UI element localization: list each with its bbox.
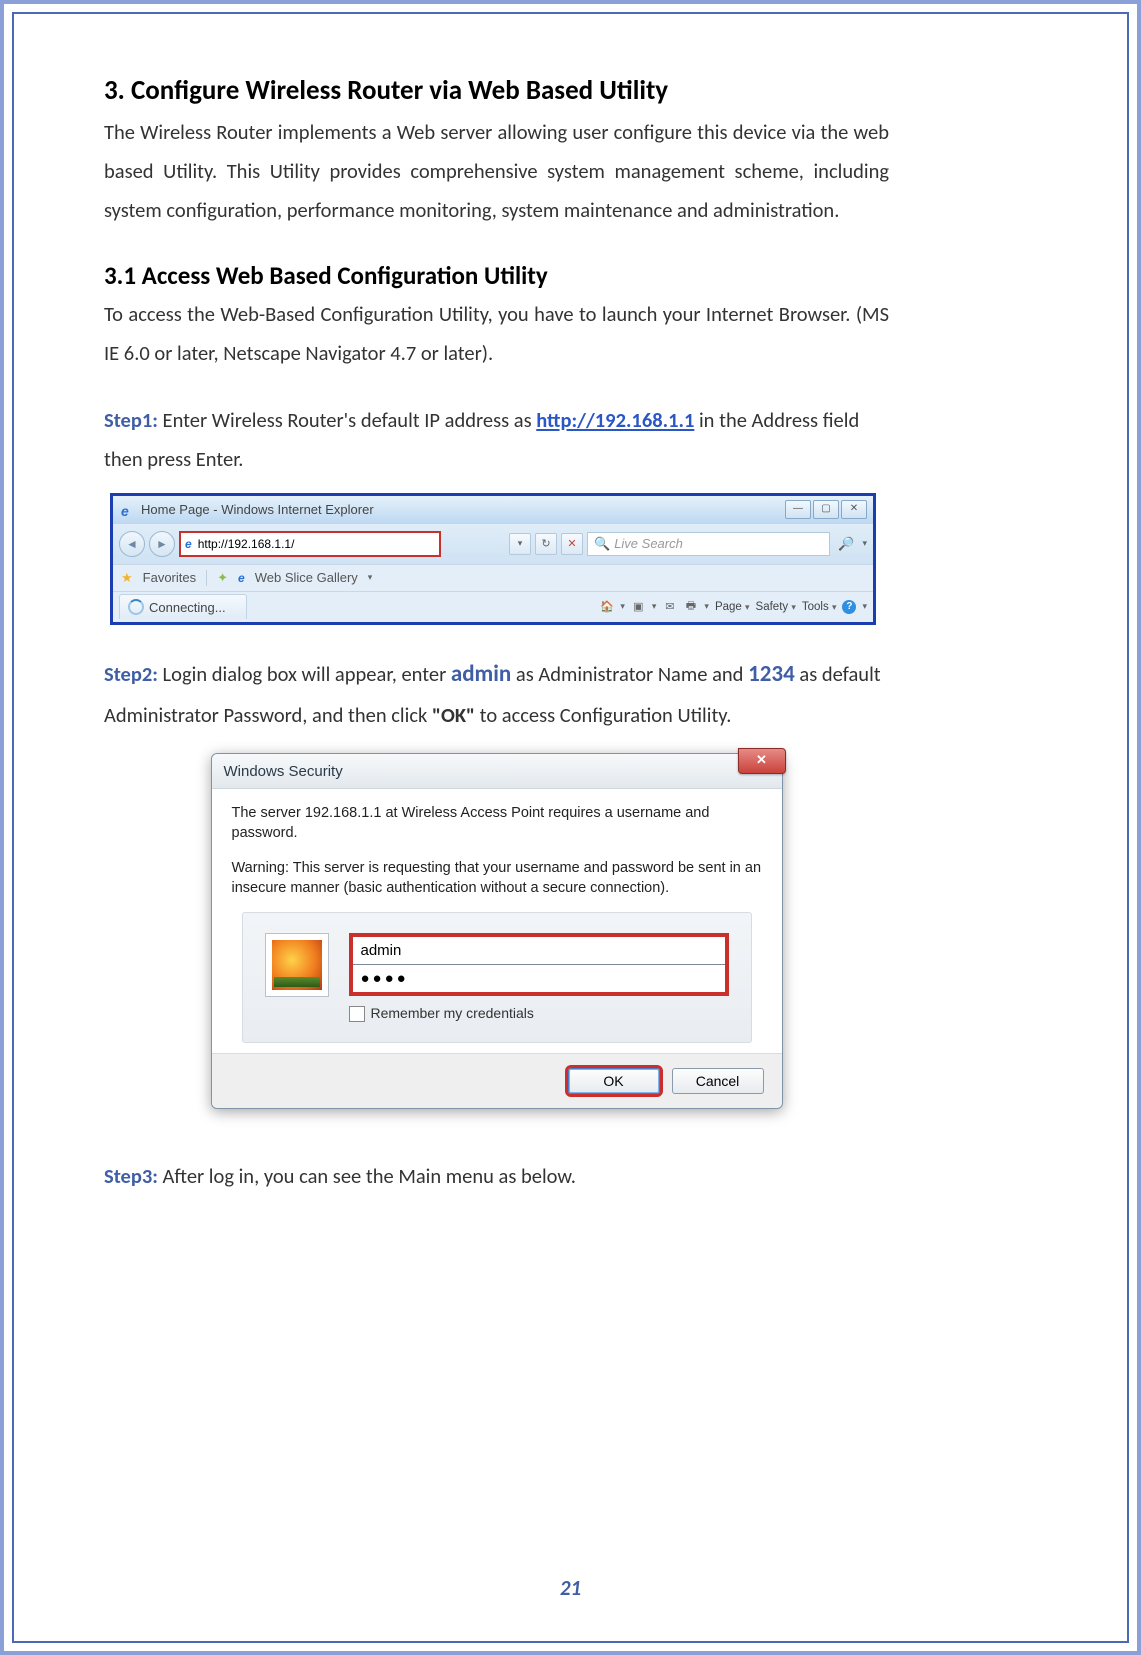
subsection-body: To access the Web-Based Configuration Ut… xyxy=(104,295,889,373)
step3-label: Step3: xyxy=(104,1163,158,1189)
cancel-button[interactable]: Cancel xyxy=(672,1068,764,1094)
step2-text-d: to access Configuration Utility. xyxy=(475,702,731,728)
remember-credentials-checkbox[interactable]: Remember my credentials xyxy=(349,1004,729,1024)
step3-paragraph: Step3: After log in, you can see the Mai… xyxy=(104,1157,889,1196)
dialog-message-2: Warning: This server is requesting that … xyxy=(232,858,762,899)
address-input[interactable] xyxy=(196,536,435,552)
ie-tab-bar: Connecting... 🏠 ▾ ▣ ▾ ✉ 🖶 ▾ Page ▾ Safety ▾… xyxy=(113,592,873,622)
ie-window-title: Home Page - Windows Internet Explorer xyxy=(141,502,374,517)
chevron-down-icon: ▾ xyxy=(518,538,523,549)
browser-tab[interactable]: Connecting... xyxy=(119,594,247,619)
default-ip-link[interactable]: http://192.168.1.1 xyxy=(536,407,694,433)
dialog-close-button[interactable]: ✕ xyxy=(738,748,786,774)
favorites-label[interactable]: Favorites xyxy=(143,570,196,585)
back-button[interactable]: ◄ xyxy=(119,531,145,557)
stop-button[interactable]: ✕ xyxy=(561,533,583,555)
tab-label: Connecting... xyxy=(149,600,226,615)
ie-command-bar: 🏠 ▾ ▣ ▾ ✉ 🖶 ▾ Page ▾ Safety ▾ Tools ▾ ? ▾ xyxy=(599,599,867,614)
address-bar[interactable]: e xyxy=(179,531,441,557)
web-slice-gallery-link[interactable]: Web Slice Gallery xyxy=(255,570,358,585)
feeds-dropdown-icon[interactable]: ▾ xyxy=(652,601,657,612)
print-icon[interactable]: 🖶 xyxy=(683,599,698,614)
separator xyxy=(206,570,207,586)
checkbox-icon xyxy=(349,1006,365,1022)
ok-button[interactable]: OK xyxy=(568,1068,660,1094)
ie-titlebar: e Home Page - Windows Internet Explorer … xyxy=(113,496,873,524)
document-page: 3. Configure Wireless Router via Web Bas… xyxy=(0,0,1141,1655)
loading-spinner-icon xyxy=(128,599,144,615)
suggested-sites-icon[interactable]: ✦ xyxy=(217,570,228,586)
step2-paragraph: Step2: Login dialog box will appear, ent… xyxy=(104,653,889,736)
credential-fields: Remember my credentials xyxy=(349,933,729,1024)
user-avatar xyxy=(265,933,329,997)
webslice-dropdown-icon[interactable]: ▾ xyxy=(368,572,373,583)
mail-icon[interactable]: ✉ xyxy=(662,599,677,614)
window-maximize-button[interactable]: ▢ xyxy=(813,500,839,519)
forward-button[interactable]: ► xyxy=(149,531,175,557)
dialog-title: Windows Security xyxy=(224,763,343,780)
print-dropdown-icon[interactable]: ▾ xyxy=(704,601,709,612)
search-icon: 🔍 xyxy=(594,536,610,552)
ie-small-icon: e xyxy=(238,571,245,585)
ie-window: e Home Page - Windows Internet Explorer … xyxy=(110,493,876,625)
step1-text-a: Enter Wireless Router's default IP addre… xyxy=(158,407,536,433)
search-box[interactable]: 🔍 Live Search xyxy=(587,532,830,556)
search-dropdown-icon[interactable]: ▾ xyxy=(862,538,867,549)
favorites-star-icon[interactable]: ★ xyxy=(121,570,133,586)
remember-label: Remember my credentials xyxy=(371,1004,534,1024)
step3-text: After log in, you can see the Main menu … xyxy=(158,1163,576,1189)
home-dropdown-icon[interactable]: ▾ xyxy=(620,601,625,612)
credentials-highlight-box xyxy=(349,933,729,996)
dialog-footer: OK Cancel xyxy=(212,1053,782,1108)
feeds-icon[interactable]: ▣ xyxy=(631,599,646,614)
help-dropdown-icon[interactable]: ▾ xyxy=(862,601,867,612)
section-body: The Wireless Router implements a Web ser… xyxy=(104,113,889,230)
home-icon[interactable]: 🏠 xyxy=(599,599,614,614)
windows-security-dialog: Windows Security ✕ The server 192.168.1.… xyxy=(211,753,783,1109)
tools-menu[interactable]: Tools ▾ xyxy=(802,601,837,613)
step2-text-b: as Administrator Name and xyxy=(511,661,748,687)
search-placeholder: Live Search xyxy=(614,536,683,551)
page-inner-border: 3. Configure Wireless Router via Web Bas… xyxy=(12,12,1129,1643)
dialog-message-1: The server 192.168.1.1 at Wireless Acces… xyxy=(232,803,762,844)
step1-label: Step1: xyxy=(104,407,158,433)
avatar-image xyxy=(272,940,322,990)
window-minimize-button[interactable]: — xyxy=(785,500,811,519)
section-title: 3. Configure Wireless Router via Web Bas… xyxy=(104,74,889,107)
help-icon[interactable]: ? xyxy=(842,600,856,614)
step2-label: Step2: xyxy=(104,661,158,687)
username-field[interactable] xyxy=(353,937,725,965)
admin-emphasis: admin xyxy=(451,660,511,688)
password-field[interactable] xyxy=(353,965,725,992)
password-emphasis: 1234 xyxy=(748,660,795,688)
refresh-button[interactable]: ↻ xyxy=(535,533,557,555)
subsection-title: 3.1 Access Web Based Configuration Utili… xyxy=(104,260,889,291)
dialog-body: The server 192.168.1.1 at Wireless Acces… xyxy=(212,789,782,1053)
window-close-button[interactable]: ✕ xyxy=(841,500,867,519)
step1-paragraph: Step1: Enter Wireless Router's default I… xyxy=(104,401,889,479)
dialog-titlebar: Windows Security ✕ xyxy=(212,754,782,789)
ie-favorites-bar: ★ Favorites ✦ e Web Slice Gallery ▾ xyxy=(113,564,873,592)
credentials-panel: Remember my credentials xyxy=(242,912,752,1043)
step2-text-a: Login dialog box will appear, enter xyxy=(158,661,451,687)
page-menu[interactable]: Page ▾ xyxy=(715,601,750,613)
page-number: 21 xyxy=(14,1575,1127,1601)
ie-nav-bar: ◄ ► e ▾ ↻ ✕ 🔍 Live Search 🔎 ▾ xyxy=(113,524,873,564)
search-submit-icon[interactable]: 🔎 xyxy=(834,536,858,552)
ie-logo-icon: e xyxy=(121,503,135,517)
address-dropdown-button[interactable]: ▾ xyxy=(509,533,531,555)
ok-emphasis: "OK" xyxy=(432,702,475,728)
ie-page-icon: e xyxy=(185,537,192,551)
document-content: 3. Configure Wireless Router via Web Bas… xyxy=(104,74,889,1196)
safety-menu[interactable]: Safety ▾ xyxy=(756,601,796,613)
